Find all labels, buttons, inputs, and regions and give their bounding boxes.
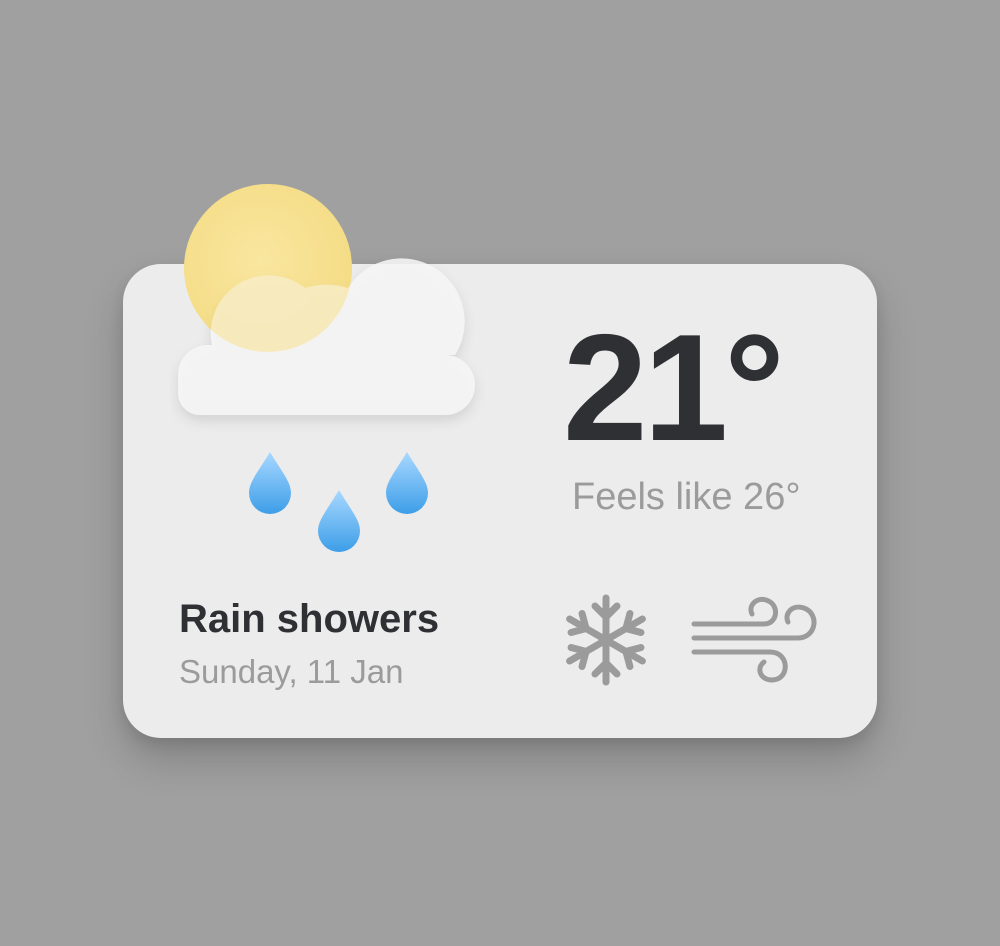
raindrop-right (386, 452, 428, 514)
date-label: Sunday, 11 Jan (179, 653, 404, 690)
wind-icon (691, 596, 817, 683)
snowflake-icon (566, 594, 646, 686)
feels-like: Feels like 26° (572, 476, 801, 518)
condition-label: Rain showers (179, 597, 440, 641)
sun-cloud-rain-icon (178, 184, 475, 552)
raindrop-left (249, 452, 291, 514)
raindrop-middle (318, 490, 360, 552)
temperature: 21° (563, 303, 785, 473)
